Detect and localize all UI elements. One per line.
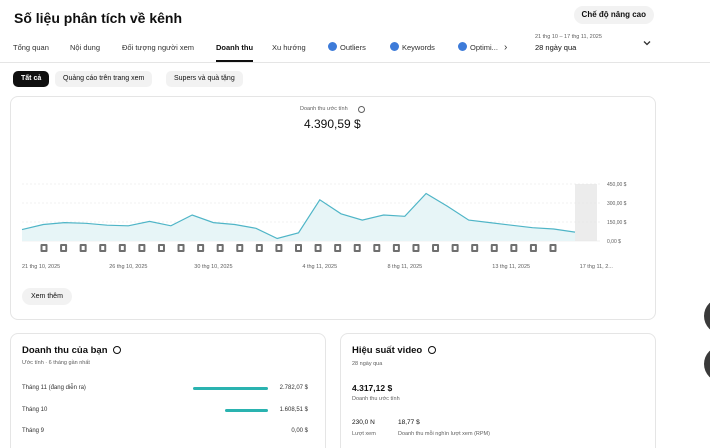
floating-widget[interactable] <box>704 298 710 334</box>
chip-all[interactable]: Tất cả <box>13 71 50 87</box>
views-value: 230,0 N <box>352 419 375 426</box>
tab-keywords-label: Keywords <box>402 43 435 52</box>
date-range-picker[interactable]: 21 thg 10 – 17 thg 11, 2025 28 ngày qua <box>535 34 602 52</box>
floating-widget[interactable] <box>704 346 710 382</box>
tab-optimize-label: Optimi... <box>470 43 498 52</box>
metric-value: 4.390,59 $ <box>304 117 361 131</box>
tab-bar: Tổng quan Nội dung Đối tượng người xem D… <box>0 38 520 62</box>
views-label: Lượt xem <box>352 431 376 437</box>
tab-keywords[interactable]: Keywords <box>390 38 435 62</box>
metric-label: Doanh thu ước tính <box>300 106 348 112</box>
tab-outliers[interactable]: Outliers <box>328 38 366 62</box>
chip-watch-page-ads[interactable]: Quảng cáo trên trang xem <box>55 71 153 87</box>
advanced-mode-button[interactable]: Chế độ nâng cao <box>573 6 654 24</box>
rpm-label: Doanh thu mỗi nghìn lượt xem (RPM) <box>398 431 490 437</box>
tab-revenue[interactable]: Doanh thu <box>216 38 254 62</box>
extension-dot-icon <box>458 42 467 51</box>
tab-overview[interactable]: Tổng quan <box>13 38 49 62</box>
tab-audience[interactable]: Đối tượng người xem <box>122 38 194 62</box>
video-performance-title: Hiệu suất video <box>352 345 423 356</box>
month-label: Tháng 11 (đang diễn ra) <box>22 385 86 391</box>
page-title: Số liệu phân tích về kênh <box>14 10 183 26</box>
date-range-dates: 21 thg 10 – 17 thg 11, 2025 <box>535 34 602 40</box>
tabs-divider <box>0 62 710 63</box>
your-revenue-title: Doanh thu của bạn <box>22 345 108 356</box>
chip-supers-gifts[interactable]: Supers và quà tặng <box>166 71 243 87</box>
see-more-button[interactable]: Xem thêm <box>22 288 72 305</box>
video-revenue-label: Doanh thu ước tính <box>352 396 400 402</box>
your-revenue-subtitle: Ước tính · 6 tháng gần nhất <box>22 360 90 366</box>
month-value: 0,00 $ <box>291 428 308 434</box>
info-icon[interactable] <box>428 346 436 354</box>
extension-dot-icon <box>390 42 399 51</box>
tab-content[interactable]: Nội dung <box>70 38 100 62</box>
chevron-right-icon[interactable]: › <box>504 42 507 53</box>
info-icon[interactable] <box>113 346 121 354</box>
tab-outliers-label: Outliers <box>340 43 366 52</box>
date-range-label: 28 ngày qua <box>535 43 577 52</box>
month-label: Tháng 9 <box>22 428 45 434</box>
extension-dot-icon <box>328 42 337 51</box>
rpm-value: 18,77 $ <box>398 419 420 426</box>
month-bar <box>193 387 268 390</box>
tab-trends[interactable]: Xu hướng <box>272 38 306 62</box>
info-icon[interactable] <box>358 106 365 113</box>
video-revenue-value: 4.317,12 $ <box>352 383 393 393</box>
tab-optimize[interactable]: Optimi... <box>458 38 498 62</box>
month-label: Tháng 10 <box>22 407 48 413</box>
month-value: 2.782,07 $ <box>279 385 308 391</box>
chevron-down-icon[interactable] <box>642 38 652 48</box>
video-performance-subtitle: 28 ngày qua <box>352 361 383 367</box>
month-value: 1.608,51 $ <box>279 407 308 413</box>
